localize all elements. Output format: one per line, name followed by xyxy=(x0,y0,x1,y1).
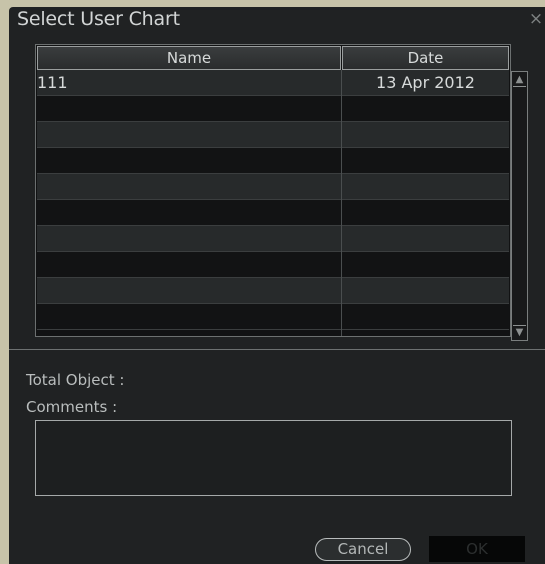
cell-name xyxy=(37,252,340,277)
column-divider xyxy=(341,70,342,336)
column-header-date[interactable]: Date xyxy=(342,46,509,70)
column-header-name[interactable]: Name xyxy=(37,46,341,70)
comments-label: Comments : xyxy=(26,398,118,416)
cell-name xyxy=(37,304,340,329)
table-row[interactable] xyxy=(37,304,509,330)
cell-date xyxy=(342,304,509,329)
cell-date xyxy=(342,226,509,251)
total-object-label: Total Object : xyxy=(26,371,125,389)
cell-date xyxy=(342,252,509,277)
cell-name xyxy=(37,122,340,147)
cell-name xyxy=(37,200,340,225)
cell-name xyxy=(37,226,340,251)
cell-date xyxy=(342,122,509,147)
table-row[interactable] xyxy=(37,96,509,122)
screen-background: Select User Chart × Name Date 111 13 Apr… xyxy=(0,0,545,564)
scroll-down-arrow-icon[interactable]: ▼ xyxy=(513,325,526,339)
cell-date xyxy=(342,148,509,173)
select-user-chart-dialog: Select User Chart × Name Date 111 13 Apr… xyxy=(9,7,545,564)
cell-name xyxy=(37,96,340,121)
table-scrollbar[interactable]: ▲ ▼ xyxy=(511,71,528,341)
table-row[interactable] xyxy=(37,148,509,174)
table-row[interactable] xyxy=(37,122,509,148)
dialog-title: Select User Chart xyxy=(17,8,180,30)
table-row[interactable]: 111 13 Apr 2012 xyxy=(37,70,509,96)
cell-name: 111 xyxy=(37,73,68,92)
cell-date xyxy=(342,174,509,199)
table-row[interactable] xyxy=(37,252,509,278)
table-header: Name Date xyxy=(37,46,509,70)
scroll-up-arrow-icon[interactable]: ▲ xyxy=(513,73,526,87)
comments-field[interactable] xyxy=(35,420,512,496)
cell-date xyxy=(342,200,509,225)
cell-date xyxy=(342,96,509,121)
table-row[interactable] xyxy=(37,200,509,226)
close-icon[interactable]: × xyxy=(527,9,545,29)
table-row[interactable] xyxy=(37,278,509,304)
cancel-button[interactable]: Cancel xyxy=(315,538,411,561)
section-divider xyxy=(9,349,545,350)
cell-name xyxy=(37,148,340,173)
cell-date: 13 Apr 2012 xyxy=(376,73,475,92)
ok-button[interactable]: OK xyxy=(429,536,525,562)
table-row[interactable] xyxy=(37,174,509,200)
cell-name xyxy=(37,174,340,199)
cell-date xyxy=(342,278,509,303)
cell-name xyxy=(37,278,340,303)
user-chart-table: Name Date 111 13 Apr 2012 xyxy=(35,44,511,337)
table-row[interactable] xyxy=(37,226,509,252)
